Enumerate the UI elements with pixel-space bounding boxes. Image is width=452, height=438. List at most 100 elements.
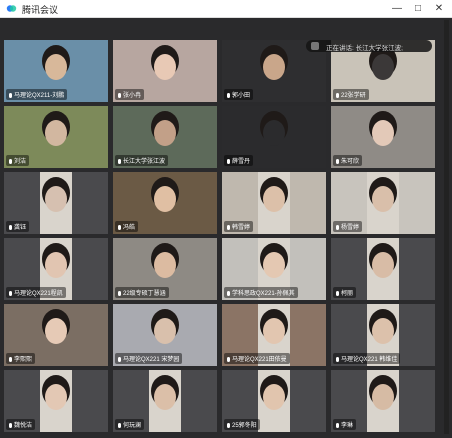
participant-name: 何玩澜: [115, 419, 145, 430]
participant-face: [45, 384, 67, 410]
participant-tile[interactable]: 马理论QX211-刘鹏: [4, 40, 108, 102]
participant-name-text: 郭小田: [232, 93, 251, 99]
participant-name-text: 柯丽: [341, 291, 354, 297]
maximize-button[interactable]: □: [409, 1, 427, 16]
participant-face: [372, 54, 394, 80]
participant-tile[interactable]: 22级专硕丁慧涵: [113, 238, 217, 300]
participant-name: 龚钰: [6, 221, 30, 232]
participant-face: [263, 384, 285, 410]
microphone-icon: [336, 356, 339, 362]
participant-tile[interactable]: 韩雪婷: [222, 172, 326, 234]
participant-name: 25郭冬阳: [224, 419, 260, 430]
close-button[interactable]: ✕: [430, 1, 448, 16]
participant-name-text: 魏悦洁: [14, 423, 33, 429]
microphone-icon: [227, 224, 230, 230]
microphone-icon: [227, 92, 230, 98]
participant-name-text: 李琳: [341, 423, 354, 429]
participant-tile[interactable]: 李琳: [331, 370, 435, 432]
participant-name-text: 李熙熙: [14, 357, 33, 363]
participant-name: 张小冉: [115, 89, 145, 100]
participant-tile[interactable]: 龚钰: [4, 172, 108, 234]
participant-name: 冯皓: [115, 221, 139, 232]
participant-face: [154, 54, 176, 80]
participant-tile[interactable]: 杨雪婷: [331, 172, 435, 234]
participant-face: [372, 120, 394, 146]
participant-name: 22级专硕丁慧涵: [115, 287, 169, 298]
participant-name: 薛雪丹: [224, 155, 254, 166]
participant-name: 魏悦洁: [6, 419, 36, 430]
participant-face: [263, 318, 285, 344]
participant-name-text: 韩雪婷: [232, 225, 251, 231]
microphone-icon: [118, 158, 121, 164]
participant-tile[interactable]: 柯丽: [331, 238, 435, 300]
participant-tile[interactable]: 魏悦洁: [4, 370, 108, 432]
microphone-icon: [118, 92, 121, 98]
participant-name: 李琳: [333, 419, 357, 430]
participant-face: [263, 186, 285, 212]
participant-tile[interactable]: 25郭冬阳: [222, 370, 326, 432]
participant-tile[interactable]: 马理论QX221田依曼: [222, 304, 326, 366]
participant-name-text: 马理论QX221田依曼: [232, 357, 287, 363]
participant-name: 马理论QX211-刘鹏: [6, 89, 68, 100]
microphone-icon: [336, 158, 339, 164]
tencent-meeting-icon: [6, 5, 17, 12]
participant-tile[interactable]: 马理论QX221 宋梦园: [113, 304, 217, 366]
participant-tile[interactable]: 薛雪丹: [222, 106, 326, 168]
participant-name: 朱可欣: [333, 155, 363, 166]
microphone-icon: [9, 422, 12, 428]
participant-tile[interactable]: 冯皓: [113, 172, 217, 234]
participant-face: [45, 252, 67, 278]
microphone-icon: [336, 290, 339, 296]
participant-name: 马理论QX221 宋梦园: [115, 353, 183, 364]
title-bar: 腾讯会议 — □ ✕: [0, 0, 452, 18]
participant-name-text: 何玩澜: [123, 423, 142, 429]
participant-tile[interactable]: 马理论QX221程凯: [4, 238, 108, 300]
participant-name: 马理论QX221田依曼: [224, 353, 290, 364]
microphone-icon: [9, 92, 12, 98]
scrollbar[interactable]: [444, 20, 449, 434]
participant-face: [372, 186, 394, 212]
speaking-text: 正在讲话: 长江大学张江波;: [326, 45, 403, 52]
participant-face: [372, 252, 394, 278]
participant-tile[interactable]: 李熙熙: [4, 304, 108, 366]
participant-name-text: 22级专硕丁慧涵: [123, 291, 166, 297]
microphone-icon: [9, 356, 12, 362]
participant-tile[interactable]: 何玩澜: [113, 370, 217, 432]
participant-face: [263, 54, 285, 80]
microphone-icon: [227, 422, 230, 428]
participant-face: [154, 252, 176, 278]
participant-tile[interactable]: 朱可欣: [331, 106, 435, 168]
participant-name: 韩雪婷: [224, 221, 254, 232]
microphone-icon: [336, 92, 339, 98]
participant-face: [154, 318, 176, 344]
participant-tile[interactable]: 学科思政QX221-孙佩其: [222, 238, 326, 300]
microphone-icon: [9, 290, 12, 296]
participant-tile[interactable]: 张小冉: [113, 40, 217, 102]
participant-name-text: 冯皓: [123, 225, 136, 231]
participant-face: [154, 384, 176, 410]
minimize-button[interactable]: —: [388, 1, 406, 16]
participant-name: 柯丽: [333, 287, 357, 298]
microphone-icon: [9, 158, 12, 164]
participant-name-text: 马理论QX211-刘鹏: [14, 93, 65, 99]
window-title: 腾讯会议: [22, 5, 59, 15]
speaking-indicator: 正在讲话: 长江大学张江波;: [306, 40, 432, 52]
participant-name: 马理论QX221程凯: [6, 287, 66, 298]
microphone-icon: [227, 356, 230, 362]
microphone-icon: [118, 356, 121, 362]
participant-face: [45, 318, 67, 344]
participant-name: 长江大学张江波: [115, 155, 169, 166]
participant-name: 李熙熙: [6, 353, 36, 364]
participant-tile[interactable]: 长江大学张江波: [113, 106, 217, 168]
participant-face: [45, 54, 67, 80]
microphone-icon: [227, 290, 230, 296]
microphone-icon: [118, 224, 121, 230]
participant-face: [154, 186, 176, 212]
microphone-icon: [118, 422, 121, 428]
participant-tile[interactable]: 马理论QX221 韩维佳: [331, 304, 435, 366]
participant-tile[interactable]: 刘洁: [4, 106, 108, 168]
participant-name-text: 杨雪婷: [341, 225, 360, 231]
video-grid: 马理论QX211-刘鹏 张小冉 郭小田 22张学研 刘洁 长江大学张江波 薛雪丹 朱可欣 龚钰 冯…: [4, 40, 435, 434]
participant-name-text: 张小冉: [123, 93, 142, 99]
meeting-window: 腾讯会议 — □ ✕ 马理论QX211-刘鹏 张小冉 郭小田 22张学研 刘洁 长江大学张…: [0, 0, 452, 438]
